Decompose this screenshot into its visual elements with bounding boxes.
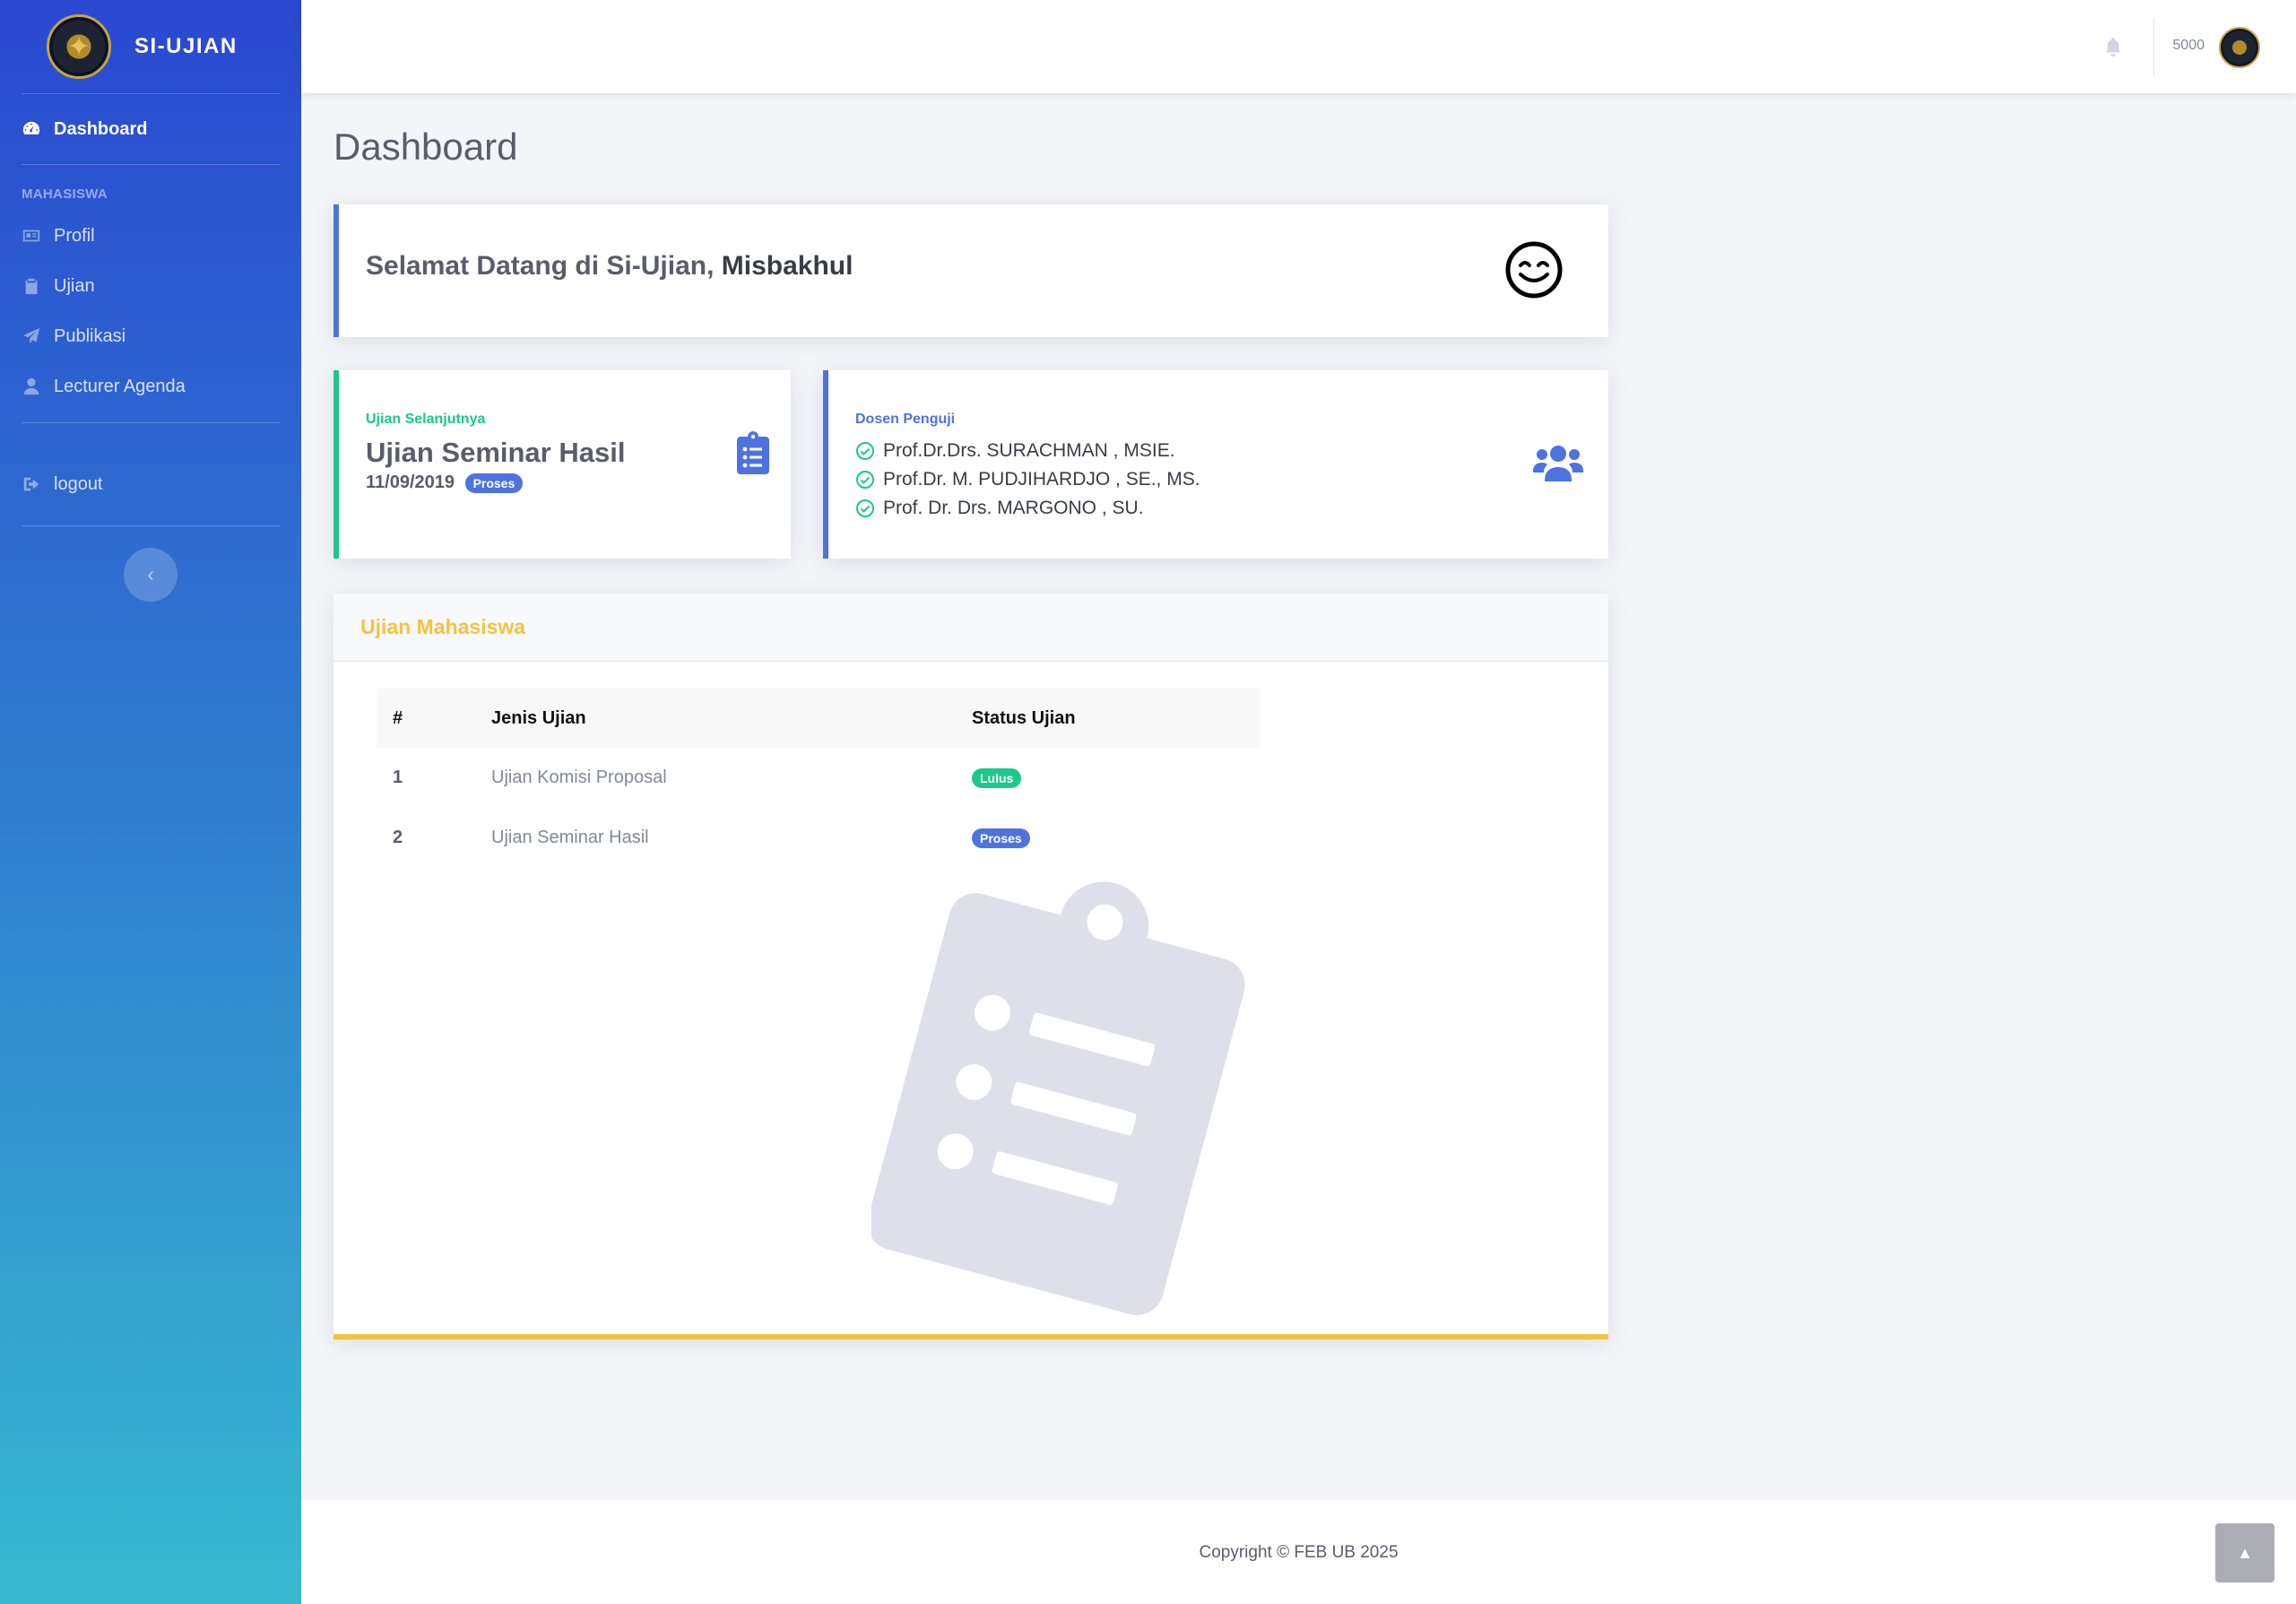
sidebar-divider xyxy=(22,422,280,423)
sidebar-divider xyxy=(22,525,280,526)
sign-out-icon xyxy=(22,474,41,494)
sidebar-item-publikasi[interactable]: Publikasi xyxy=(0,311,301,361)
examiner-name: Prof. Dr. Drs. MARGONO , SU. xyxy=(883,498,1144,518)
table-header-row: # Jenis Ujian Status Ujian xyxy=(377,689,1261,748)
card-header: Ujian Mahasiswa xyxy=(334,594,1608,662)
examiners-list: Prof.Dr.Drs. SURACHMAN , MSIE. Prof.Dr. … xyxy=(855,437,1200,523)
status-badge: Proses xyxy=(972,828,1030,848)
card-title: Ujian Mahasiswa xyxy=(360,615,526,638)
page-title: Dashboard xyxy=(334,126,518,168)
user-icon xyxy=(22,377,41,396)
exam-type: Ujian Komisi Proposal xyxy=(491,767,667,787)
examiners-kicker: Dosen Penguji xyxy=(855,412,956,427)
paper-plane-icon xyxy=(22,326,41,346)
next-exam-date-row: 11/09/2019 Proses xyxy=(366,473,524,493)
brand[interactable]: ✦ SI-UJIAN xyxy=(0,0,301,93)
column-header: # xyxy=(393,707,403,728)
smile-icon xyxy=(1505,241,1563,299)
avatar[interactable] xyxy=(2219,27,2260,68)
users-icon xyxy=(1533,446,1583,481)
sidebar-item-label: logout xyxy=(54,473,103,494)
list-item: Prof. Dr. Drs. MARGONO , SU. xyxy=(855,494,1200,523)
sidebar-item-label: Ujian xyxy=(54,275,95,296)
clipboard-list-watermark-icon xyxy=(871,881,1245,1315)
welcome-message: Selamat Datang di Si-Ujian, Misbakhul xyxy=(366,251,853,282)
sidebar-item-label: Dashboard xyxy=(54,118,148,139)
list-item: Prof.Dr. M. PUDJIHARDJO , SE., MS. xyxy=(855,465,1200,494)
next-exam-date: 11/09/2019 xyxy=(366,473,455,492)
sidebar-item-label: Profil xyxy=(54,225,95,246)
check-circle-icon xyxy=(856,499,874,517)
tachometer-icon xyxy=(22,119,41,139)
sidebar-item-profil[interactable]: Profil xyxy=(0,211,301,261)
exam-status-cell: Proses xyxy=(956,808,1261,868)
clipboard-icon xyxy=(22,276,41,296)
welcome-greeting: Selamat Datang di Si-Ujian, xyxy=(366,251,722,281)
sidebar-item-ujian[interactable]: Ujian xyxy=(0,261,301,311)
column-header: Status Ujian xyxy=(972,707,1076,728)
check-circle-icon xyxy=(856,471,874,489)
footer: Copyright © FEB UB 2025 xyxy=(301,1500,2296,1604)
exam-type: Ujian Seminar Hasil xyxy=(491,828,649,847)
next-exam-kicker: Ujian Selanjutnya xyxy=(366,412,486,427)
university-logo: ✦ xyxy=(47,14,111,79)
chevron-up-icon: ▲ xyxy=(2237,1543,2253,1562)
welcome-card: Selamat Datang di Si-Ujian, Misbakhul xyxy=(334,204,1608,337)
topbar-divider xyxy=(2153,18,2154,75)
bell-icon[interactable] xyxy=(2103,36,2123,57)
status-badge: Lulus xyxy=(972,767,1022,788)
list-item: Prof.Dr.Drs. SURACHMAN , MSIE. xyxy=(855,437,1200,465)
next-exam-card: Ujian Selanjutnya Ujian Seminar Hasil 11… xyxy=(334,370,791,559)
row-number: 1 xyxy=(393,767,403,787)
examiners-card: Dosen Penguji Prof.Dr.Drs. SURACHMAN , M… xyxy=(823,370,1608,559)
welcome-name: Misbakhul xyxy=(721,251,853,281)
brand-name: SI-UJIAN xyxy=(134,34,238,58)
exam-status-cell: Lulus xyxy=(956,748,1261,808)
sidebar-item-lecturer-agenda[interactable]: Lecturer Agenda xyxy=(0,361,301,412)
table-row: 2 Ujian Seminar Hasil Proses xyxy=(377,808,1261,868)
sidebar-heading: MAHASISWA xyxy=(22,186,108,202)
id-card-icon xyxy=(22,226,41,246)
topbar: 5000 xyxy=(301,0,2296,93)
next-exam-title: Ujian Seminar Hasil xyxy=(366,437,626,468)
check-circle-icon xyxy=(856,442,874,460)
clipboard-list-icon xyxy=(737,431,769,474)
scroll-to-top-button[interactable]: ▲ xyxy=(2215,1523,2274,1582)
sidebar: ✦ SI-UJIAN Dashboard MAHASISWA Profil Uj… xyxy=(0,0,301,1604)
examiner-name: Prof.Dr. M. PUDJIHARDJO , SE., MS. xyxy=(883,469,1200,490)
sidebar-item-label: Publikasi xyxy=(54,325,126,346)
chevron-left-icon: ‹ xyxy=(147,563,154,585)
sidebar-item-logout[interactable]: logout xyxy=(0,459,301,509)
table-row: 1 Ujian Komisi Proposal Lulus xyxy=(377,748,1261,808)
column-header: Jenis Ujian xyxy=(491,707,586,728)
sidebar-item-label: Lecturer Agenda xyxy=(54,376,186,396)
copyright-text: Copyright © FEB UB 2025 xyxy=(1199,1543,1399,1562)
user-name[interactable]: 5000 xyxy=(2172,38,2205,54)
ujian-table: # Jenis Ujian Status Ujian 1 Ujian Komis… xyxy=(377,689,1261,868)
row-number: 2 xyxy=(393,828,403,847)
sidebar-toggle-button[interactable]: ‹ xyxy=(124,548,178,602)
ujian-mahasiswa-card: Ujian Mahasiswa # Jenis Ujian Status Uji… xyxy=(334,594,1608,1340)
sidebar-item-dashboard[interactable]: Dashboard xyxy=(0,94,301,164)
status-badge: Proses xyxy=(464,473,524,493)
examiner-name: Prof.Dr.Drs. SURACHMAN , MSIE. xyxy=(883,440,1175,461)
